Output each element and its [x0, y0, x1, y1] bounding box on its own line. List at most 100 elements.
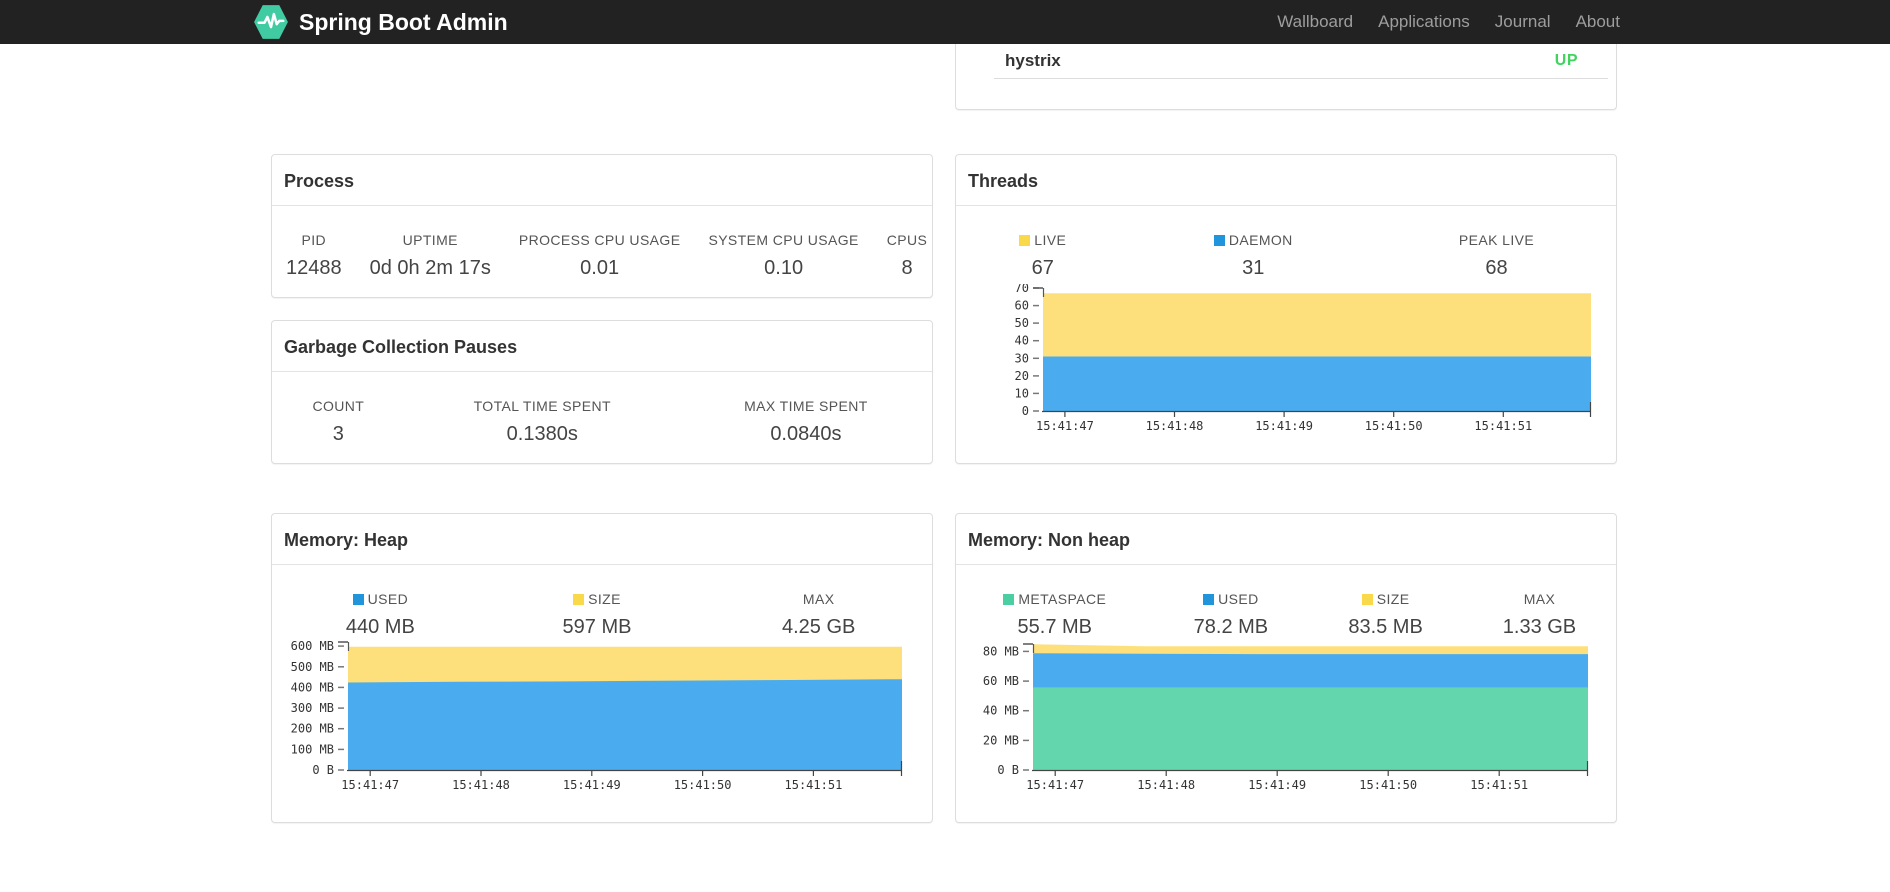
svg-text:15:41:51: 15:41:51 — [785, 778, 843, 792]
svg-text:80 MB: 80 MB — [983, 644, 1019, 658]
stat-label: COUNT — [312, 398, 365, 414]
threads-chart: 70 60 50 40 30 20 10 0 15:41:47 15:41:48 15:41:49 1… — [956, 284, 1618, 456]
stat-value: 0.1380s — [506, 423, 578, 445]
used-legend-swatch-icon — [1203, 594, 1215, 605]
svg-text:15:41:49: 15:41:49 — [563, 778, 621, 792]
stat-label: PEAK LIVE — [1458, 232, 1535, 248]
live-legend-swatch-icon — [1019, 235, 1031, 246]
stat-label: DAEMON — [1130, 206, 1377, 248]
app-brand[interactable]: Spring Boot Admin — [253, 0, 508, 44]
nav-link-wallboard[interactable]: Wallboard — [1277, 12, 1353, 32]
brand-title: Spring Boot Admin — [299, 8, 508, 35]
process-card-title: Process — [272, 155, 932, 206]
svg-text:15:41:50: 15:41:50 — [1365, 419, 1423, 433]
used-legend-swatch-icon — [352, 594, 364, 605]
threads-stats-table: LIVE DAEMON PEAK LIVE 67 31 68 — [956, 206, 1616, 280]
nav-link-about[interactable]: About — [1576, 12, 1620, 32]
nav-link-applications[interactable]: Applications — [1378, 12, 1470, 32]
nav-links: Wallboard Applications Journal About — [1277, 0, 1620, 44]
svg-text:60: 60 — [1015, 299, 1029, 313]
stat-label: SIZE — [489, 565, 706, 607]
process-card: Process PID UPTIME PROCESS CPU USAGE SYSTEM… — [271, 154, 933, 298]
svg-text:200 MB: 200 MB — [291, 722, 334, 736]
svg-text:15:41:47: 15:41:47 — [341, 778, 399, 792]
svg-text:15:41:49: 15:41:49 — [1248, 778, 1306, 792]
stat-value: 68 — [1485, 257, 1508, 279]
process-stats-table: PID UPTIME PROCESS CPU USAGE SYSTEM CPU USA… — [272, 206, 941, 280]
svg-text:15:41:49: 15:41:49 — [1255, 419, 1313, 433]
daemon-legend-swatch-icon — [1213, 235, 1225, 246]
threads-card: Threads LIVE DAEMON PEAK LIVE 67 31 68 70 60 50… — [955, 154, 1617, 464]
stat-label: MAX — [1523, 591, 1556, 607]
svg-text:0 B: 0 B — [997, 763, 1019, 777]
svg-text:10: 10 — [1015, 386, 1029, 400]
navbar: Spring Boot Admin Wallboard Applications J… — [0, 0, 1890, 44]
svg-text:15:41:51: 15:41:51 — [1474, 419, 1532, 433]
stat-value: 440 MB — [345, 616, 415, 638]
stat-value: 0.10 — [764, 257, 804, 279]
svg-text:50: 50 — [1015, 316, 1029, 330]
stat-label: SIZE — [1308, 565, 1463, 607]
stat-value: 31 — [1242, 257, 1265, 279]
app-logo-icon — [253, 4, 289, 40]
svg-text:15:41:47: 15:41:47 — [1036, 419, 1094, 433]
svg-text:30: 30 — [1015, 351, 1029, 365]
svg-text:15:41:50: 15:41:50 — [1359, 778, 1417, 792]
stat-value: 78.2 MB — [1193, 616, 1269, 638]
metaspace-legend-swatch-icon — [1003, 594, 1015, 605]
application-name: hystrix — [1005, 51, 1061, 70]
stat-label: LIVE — [956, 206, 1130, 248]
svg-text:0 B: 0 B — [312, 763, 334, 777]
stat-label: TOTAL TIME SPENT — [473, 398, 611, 414]
gc-pauses-card: Garbage Collection Pauses COUNT TOTAL TIM… — [271, 320, 933, 464]
stat-label: METASPACE — [956, 565, 1154, 607]
stat-label: MAX — [802, 591, 835, 607]
stat-value: 12488 — [286, 257, 342, 279]
memory-nonheap-chart: 80 MB 60 MB 40 MB 20 MB 0 B 15:41:47 15:41:48 1… — [956, 640, 1618, 812]
svg-text:20 MB: 20 MB — [983, 733, 1019, 747]
stat-value: 55.7 MB — [1017, 616, 1093, 638]
stat-label: SYSTEM CPU USAGE — [708, 232, 859, 248]
stat-value: 1.33 GB — [1502, 616, 1577, 638]
size-legend-swatch-icon — [1361, 594, 1373, 605]
svg-text:0: 0 — [1022, 404, 1029, 418]
stat-label: UPTIME — [402, 232, 458, 248]
heap-stats-table: USED SIZE MAX 440 MB 597 MB 4.25 GB — [272, 565, 932, 639]
svg-text:300 MB: 300 MB — [291, 701, 334, 715]
nonheap-stats-table: METASPACE USED SIZE MAX 55.7 MB 78.2 MB 83.5 M… — [956, 565, 1616, 639]
svg-text:15:41:48: 15:41:48 — [1137, 778, 1195, 792]
svg-text:15:41:48: 15:41:48 — [1146, 419, 1204, 433]
svg-text:20: 20 — [1015, 369, 1029, 383]
stat-label: USED — [272, 565, 489, 607]
stat-label: PROCESS CPU USAGE — [518, 232, 681, 248]
used-area — [348, 679, 902, 770]
svg-text:100 MB: 100 MB — [291, 742, 334, 756]
svg-text:15:41:47: 15:41:47 — [1026, 778, 1084, 792]
stat-value: 0.01 — [580, 257, 620, 279]
application-status-badge: UP — [1554, 52, 1578, 69]
svg-text:400 MB: 400 MB — [291, 680, 334, 694]
svg-text:70: 70 — [1015, 284, 1029, 295]
daemon-area — [1043, 356, 1591, 411]
svg-text:15:41:48: 15:41:48 — [452, 778, 510, 792]
memory-heap-card: Memory: Heap USED SIZE MAX 440 MB 597 MB 4.25… — [271, 513, 933, 823]
size-legend-swatch-icon — [573, 594, 585, 605]
application-status-card: hystrix UP — [955, 44, 1617, 110]
svg-text:40 MB: 40 MB — [983, 704, 1019, 718]
svg-text:40: 40 — [1015, 334, 1029, 348]
application-row[interactable]: hystrix UP — [994, 44, 1608, 79]
svg-text:600 MB: 600 MB — [291, 639, 334, 653]
memory-heap-card-title: Memory: Heap — [272, 514, 932, 565]
metaspace-area — [1033, 687, 1588, 770]
gc-stats-table: COUNT TOTAL TIME SPENT MAX TIME SPENT 3 0.13… — [272, 372, 932, 446]
stat-label: PID — [301, 232, 327, 248]
memory-nonheap-card: Memory: Non heap METASPACE USED SIZE MAX 55.… — [955, 513, 1617, 823]
stat-value: 67 — [1031, 257, 1054, 279]
nav-link-journal[interactable]: Journal — [1495, 12, 1551, 32]
stat-label: USED — [1154, 565, 1309, 607]
stat-value: 0d 0h 2m 17s — [369, 257, 491, 279]
svg-text:500 MB: 500 MB — [291, 660, 334, 674]
stat-value: 8 — [901, 257, 913, 279]
gc-card-title: Garbage Collection Pauses — [272, 321, 932, 372]
stat-value: 3 — [332, 423, 344, 445]
